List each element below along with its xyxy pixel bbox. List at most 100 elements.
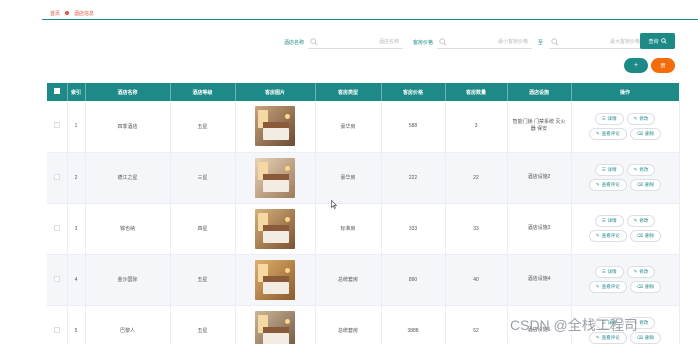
room-image[interactable] — [255, 106, 295, 147]
detail-button[interactable]: ☰ 详情 — [594, 215, 624, 227]
cell-index: 1 — [67, 101, 86, 153]
document-icon: ☰ — [601, 269, 606, 274]
edit-icon: ✎ — [595, 335, 600, 340]
cell-hotel-name: 锦也纳 — [85, 203, 171, 255]
cell-room-count: 22 — [445, 152, 508, 204]
select-all-checkbox[interactable] — [47, 83, 68, 101]
cell-operations: ☰ 详情 ✎ 修改 ✎ 查看评论 ⌫ 删除 — [571, 101, 680, 153]
search-bar: 酒店名称 客房价格 至 — [284, 35, 645, 49]
view-reviews-button[interactable]: ✎ 查看评论 — [588, 179, 627, 191]
trash-icon: ⌫ — [636, 335, 644, 340]
delete-button[interactable]: ⌫ 删除 — [629, 230, 662, 242]
view-reviews-button[interactable]: ✎ 查看评论 — [588, 230, 627, 242]
edit-icon: ✎ — [633, 218, 638, 223]
search-button-label: 查询 — [648, 38, 659, 45]
add-button[interactable]: + — [624, 58, 648, 73]
room-image[interactable] — [255, 259, 295, 300]
cell-room-image — [235, 254, 316, 306]
row-checkbox[interactable] — [47, 254, 68, 306]
trash-icon: ⌫ — [636, 130, 644, 136]
cell-facility: 酒店设施3 — [507, 203, 572, 255]
header-divider — [42, 19, 698, 20]
search-button[interactable]: 查询 — [640, 33, 675, 49]
cell-room-count: 33 — [445, 203, 508, 255]
cell-room-price: 333 — [381, 203, 446, 255]
cell-room-type: 标准房 — [315, 203, 382, 255]
edit-icon: ✎ — [595, 182, 600, 187]
hotel-table: 索引 酒店名称 酒店等级 客房图片 客房类型 客房价格 客房数量 酒店设施 操作… — [47, 83, 680, 344]
room-image[interactable] — [255, 208, 295, 249]
range-separator: 至 — [538, 39, 544, 46]
cell-operations: ☰ 详情 ✎ 修改 ✎ 查看评论 ⌫ 删除 — [571, 254, 680, 306]
breadcrumb-current: 酒店信息 — [74, 10, 95, 17]
table-row: 3 锦也纳 四星 标准房 333 33 酒店设施3 ☰ 详情 ✎ 修改 ✎ 查看评论 … — [47, 203, 680, 255]
min-price-field — [437, 35, 533, 49]
edit-icon: ✎ — [595, 284, 600, 289]
search-icon — [310, 38, 318, 46]
room-image[interactable] — [255, 310, 295, 344]
edit-icon: ✎ — [633, 269, 638, 274]
min-price-input[interactable] — [437, 35, 533, 48]
trash-icon: ⌫ — [636, 233, 644, 238]
edit-button[interactable]: ✎ 修改 — [626, 164, 656, 176]
cell-room-type: 总统套房 — [315, 254, 382, 306]
row-checkbox[interactable] — [47, 203, 68, 255]
edit-button[interactable]: ✎ 修改 — [626, 112, 656, 125]
cell-room-price: 890 — [381, 254, 446, 306]
delete-button[interactable]: ⌫ 删除 — [629, 127, 662, 140]
cell-room-price: 588 — [381, 101, 446, 153]
col-facility: 酒店设施 — [507, 83, 572, 101]
col-room-count: 客房数量 — [445, 83, 508, 101]
mouse-cursor-icon — [331, 200, 337, 209]
trash-icon: ⌫ — [636, 284, 644, 289]
row-checkbox[interactable] — [47, 305, 68, 344]
breadcrumb-separator-icon — [65, 11, 70, 15]
cell-room-image — [235, 203, 316, 255]
table-header-row: 索引 酒店名称 酒店等级 客房图片 客房类型 客房价格 客房数量 酒店设施 操作 — [47, 83, 680, 101]
cell-room-type: 总统套房 — [315, 305, 382, 344]
batch-delete-button[interactable]: 册 — [651, 58, 675, 73]
edit-button[interactable]: ✎ 修改 — [626, 266, 656, 278]
view-reviews-button[interactable]: ✎ 查看评论 — [588, 127, 627, 140]
cell-room-count: 3 — [445, 101, 508, 153]
room-image[interactable] — [255, 157, 295, 198]
cell-facility: 酒店设施2 — [507, 152, 572, 204]
row-checkbox[interactable] — [47, 101, 68, 153]
cell-room-price: 222 — [381, 152, 446, 204]
edit-button[interactable]: ✎ 修改 — [626, 215, 656, 227]
row-checkbox[interactable] — [47, 152, 68, 204]
search-icon — [551, 38, 559, 46]
max-price-field — [549, 35, 645, 49]
delete-button[interactable]: ⌫ 删除 — [629, 179, 662, 191]
detail-button[interactable]: ☰ 详情 — [594, 266, 624, 278]
cell-hotel-level: 五星 — [170, 305, 236, 344]
cell-facility: 智能门锁 门禁系统 灭火器 保安 — [507, 101, 572, 153]
cell-hotel-name: 四季酒店 — [85, 101, 171, 153]
col-room-type: 客房类型 — [315, 83, 382, 101]
cell-facility: 酒店设施4 — [507, 254, 572, 306]
cell-hotel-level: 五星 — [170, 254, 236, 306]
hotel-info-page: { "breadcrumb": { "home": "首页", "current… — [0, 0, 698, 344]
hotel-name-input[interactable] — [308, 35, 404, 48]
cell-room-count: 52 — [445, 305, 508, 344]
cell-room-type: 豪华房 — [315, 101, 382, 153]
cell-operations: ☰ 详情 ✎ 修改 ✎ 查看评论 ⌫ 删除 — [571, 152, 680, 204]
cell-hotel-name: 德江之星 — [85, 152, 171, 204]
view-reviews-button[interactable]: ✎ 查看评论 — [588, 281, 627, 293]
cell-hotel-name: 金沙国际 — [85, 254, 171, 306]
trash-icon: ⌫ — [636, 182, 644, 187]
col-room-image: 客房图片 — [235, 83, 316, 101]
cell-operations: ☰ 详情 ✎ 修改 ✎ 查看评论 ⌫ 删除 — [571, 203, 680, 255]
table-row: 1 四季酒店 五星 豪华房 588 3 智能门锁 门禁系统 灭火器 保安 ☰ 详情… — [47, 101, 680, 153]
search-icon — [439, 38, 447, 46]
price-label: 客房价格 — [413, 39, 434, 46]
detail-button[interactable]: ☰ 详情 — [594, 164, 624, 176]
max-price-input[interactable] — [549, 35, 645, 48]
cell-hotel-name: 巴黎人 — [85, 305, 171, 344]
cell-room-count: 40 — [445, 254, 508, 306]
search-icon — [660, 38, 667, 44]
breadcrumb-home[interactable]: 首页 — [50, 10, 60, 17]
delete-button[interactable]: ⌫ 删除 — [629, 281, 662, 293]
detail-button[interactable]: ☰ 详情 — [594, 112, 624, 125]
cell-hotel-level: 五星 — [170, 101, 236, 153]
